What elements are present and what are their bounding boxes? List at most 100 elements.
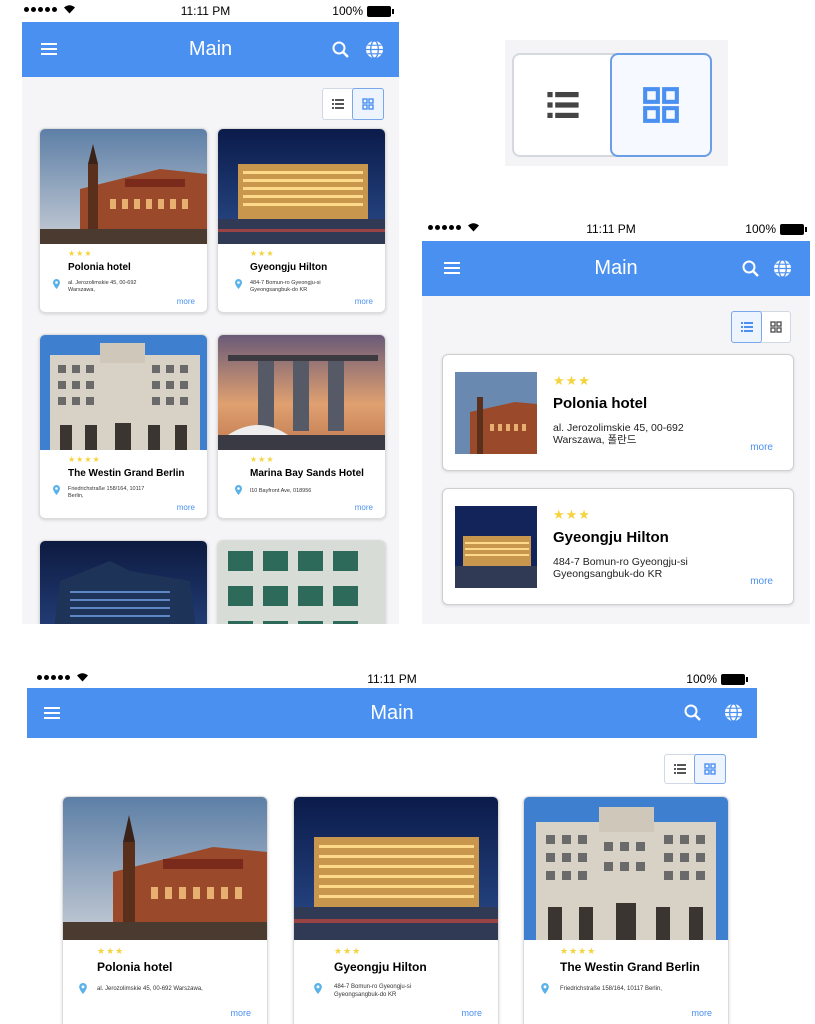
hotel-name: The Westin Grand Berlin xyxy=(68,468,185,479)
hotel-card[interactable]: ★★★ Marina Bay Sands Hotel l10 Bayfront … xyxy=(217,334,386,519)
star-rating: ★★★ xyxy=(553,373,591,388)
list-view-icon xyxy=(547,92,579,118)
hotel-card[interactable]: ★★★ Gyeongju Hilton 484-7 Bomun-ro Gyeon… xyxy=(293,796,499,1024)
more-link[interactable]: more xyxy=(177,503,195,512)
grid-view-icon xyxy=(643,87,679,123)
hotel-name: Gyeongju Hilton xyxy=(334,960,427,974)
battery-percent: 100% xyxy=(745,222,776,236)
star-rating: ★★★ xyxy=(250,249,275,258)
list-view-button[interactable] xyxy=(731,311,762,343)
battery-icon xyxy=(367,5,394,17)
location-pin-icon xyxy=(53,485,60,495)
star-rating: ★★★★ xyxy=(560,946,597,956)
more-link[interactable]: more xyxy=(691,1008,712,1018)
hotel-photo xyxy=(63,797,267,940)
hotel-photo xyxy=(40,335,207,450)
hotel-photo xyxy=(40,129,207,244)
grid-view-button[interactable] xyxy=(761,312,790,342)
hotel-name: The Westin Grand Berlin xyxy=(560,960,700,974)
more-link[interactable]: more xyxy=(355,297,373,306)
app-bar: Main xyxy=(422,241,810,296)
more-link[interactable]: more xyxy=(750,442,773,453)
hotel-photo xyxy=(218,335,385,450)
more-link[interactable]: more xyxy=(177,297,195,306)
search-icon[interactable] xyxy=(332,41,350,59)
view-toggle xyxy=(664,754,726,784)
hotel-list-item[interactable]: ★★★ Gyeongju Hilton 484-7 Bomun-ro Gyeon… xyxy=(442,488,794,605)
hotel-card[interactable] xyxy=(217,540,386,624)
globe-icon[interactable] xyxy=(773,259,792,278)
location-pin-icon xyxy=(79,983,87,994)
location-pin-icon xyxy=(235,485,242,495)
status-bar: 11:11 PM 100% xyxy=(22,0,399,22)
hotel-address: al. Jerozolimskie 45, 00-692 Warszawa, xyxy=(68,280,137,293)
more-link[interactable]: more xyxy=(461,1008,482,1018)
hotel-name: Gyeongju Hilton xyxy=(553,529,669,546)
list-view-icon xyxy=(740,322,753,332)
hotel-name: Polonia hotel xyxy=(553,395,648,412)
hotel-photo xyxy=(455,506,537,588)
grid-view-button[interactable] xyxy=(352,88,384,120)
globe-icon[interactable] xyxy=(365,40,384,59)
battery-icon xyxy=(721,673,748,685)
battery-icon xyxy=(780,223,807,235)
status-bar: 11:11 PM 100% xyxy=(422,218,810,240)
star-rating: ★★★ xyxy=(250,455,275,464)
hotel-address: 484-7 Bomun-ro Gyeongju-si Gyeongsangbuk-… xyxy=(250,280,321,293)
star-rating: ★★★ xyxy=(334,946,362,956)
location-pin-icon xyxy=(235,279,242,289)
more-link[interactable]: more xyxy=(230,1008,251,1018)
star-rating: ★★★★ xyxy=(68,455,101,464)
hotel-list-item[interactable]: ★★★ Polonia hotel al. Jerozolimskie 45, … xyxy=(442,354,794,471)
list-view-button[interactable] xyxy=(514,55,612,155)
list-view-button[interactable] xyxy=(323,89,353,119)
star-rating: ★★★ xyxy=(68,249,93,258)
hotel-card[interactable] xyxy=(39,540,208,624)
hotel-name: Polonia hotel xyxy=(97,960,173,974)
hotel-photo xyxy=(524,797,728,940)
hotel-card[interactable]: ★★★ Gyeongju Hilton 484-7 Bomun-ro Gyeon… xyxy=(217,128,386,313)
battery-indicator: 100% xyxy=(332,4,394,18)
battery-percent: 100% xyxy=(332,4,363,18)
view-toggle xyxy=(512,53,712,157)
hotel-address: 484-7 Bomun-ro Gyeongju-si Gyeongsangbuk-… xyxy=(553,556,688,580)
hotel-address: 484-7 Bomun-ro Gyeongju-si Gyeongsangbuk-… xyxy=(334,984,412,998)
hotel-name: Gyeongju Hilton xyxy=(250,262,328,273)
location-pin-icon xyxy=(541,983,549,994)
more-link[interactable]: more xyxy=(355,503,373,512)
battery-indicator: 100% xyxy=(686,672,748,686)
phone-list-screen: 11:11 PM 100% Main ★★★ Polonia hotel al.… xyxy=(422,218,810,624)
view-toggle xyxy=(731,311,791,343)
star-rating: ★★★ xyxy=(553,507,591,522)
search-icon[interactable] xyxy=(742,260,760,278)
app-bar: Main xyxy=(22,22,399,77)
battery-indicator: 100% xyxy=(745,222,807,236)
hotel-photo xyxy=(294,797,498,940)
grid-view-icon xyxy=(704,763,716,775)
grid-view-button[interactable] xyxy=(610,53,712,157)
status-time: 11:11 PM xyxy=(367,672,417,686)
location-pin-icon xyxy=(53,279,60,289)
hotel-address: al. Jerozolimskie 45, 00-692 Warszawa, 폴란… xyxy=(553,422,684,446)
hotel-card[interactable]: ★★★★ The Westin Grand Berlin Friedrichst… xyxy=(39,334,208,519)
grid-view-icon xyxy=(362,98,374,110)
list-view-button[interactable] xyxy=(665,755,695,783)
tablet-grid-screen: 11:11 PM 100% Main ★★★ Polonia hotel al.… xyxy=(27,668,757,1024)
hotel-card[interactable]: ★★★ Polonia hotel al. Jerozolimskie 45, … xyxy=(39,128,208,313)
view-toggle xyxy=(322,88,384,120)
search-icon[interactable] xyxy=(684,704,702,722)
view-toggle-zoom xyxy=(505,40,728,166)
grid-view-button[interactable] xyxy=(694,754,726,784)
hotel-address: Friedrichstraße 158/164, 10117 Berlin, xyxy=(560,986,662,992)
location-pin-icon xyxy=(314,983,322,994)
hotel-card[interactable]: ★★★ Polonia hotel al. Jerozolimskie 45, … xyxy=(62,796,268,1024)
hotel-card[interactable]: ★★★★ The Westin Grand Berlin Friedrichst… xyxy=(523,796,729,1024)
hotel-photo xyxy=(218,541,385,624)
phone-grid-screen: 11:11 PM 100% Main ★★★ Polonia hotel al.… xyxy=(22,0,399,624)
battery-percent: 100% xyxy=(686,672,717,686)
more-link[interactable]: more xyxy=(750,576,773,587)
grid-view-icon xyxy=(769,321,782,333)
hotel-address: al. Jerozolimskie 45, 00-692 Warszawa, xyxy=(97,986,203,992)
hotel-name: Marina Bay Sands Hotel xyxy=(250,468,364,479)
globe-icon[interactable] xyxy=(724,703,743,722)
